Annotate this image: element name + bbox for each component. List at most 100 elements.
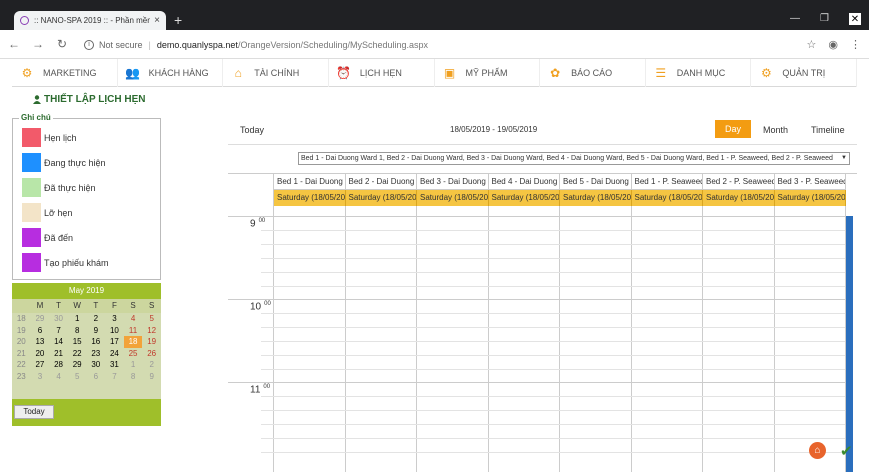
calendar-day[interactable]: 15 — [68, 336, 87, 348]
calendar-day[interactable]: 12 — [142, 325, 161, 337]
calendar-day[interactable]: 14 — [49, 336, 68, 348]
nav-item-3[interactable]: ⏰ LỊCH HẸN — [329, 59, 435, 87]
calendar-day[interactable]: 26 — [142, 348, 161, 360]
main-nav: ⚙ MARKETING 👥 KHÁCH HÀNG ⌂ TÀI CHÍNH ⏰ LỊCH HẸN… — [12, 59, 857, 87]
calendar-day[interactable]: 31 — [105, 359, 124, 371]
tab-close-icon[interactable]: × — [154, 15, 160, 26]
legend-label: Hẹn lịch — [44, 132, 77, 143]
calendar-day[interactable]: 19 — [142, 336, 161, 348]
nav-item-4[interactable]: ▣ MỸ PHẨM — [435, 59, 541, 87]
calendar-day[interactable]: 5 — [142, 313, 161, 325]
calendar-day[interactable]: 29 — [31, 313, 50, 325]
home-icon[interactable]: ⌂ — [809, 442, 826, 459]
calendar-day[interactable]: 22 — [68, 348, 87, 360]
nav-item-label: KHÁCH HÀNG — [148, 68, 209, 78]
star-icon[interactable]: ☆ — [807, 38, 817, 51]
calendar-day[interactable]: 20 — [31, 348, 50, 360]
favicon-icon — [20, 16, 29, 25]
resource-column[interactable] — [346, 206, 417, 472]
new-tab-icon[interactable]: + — [174, 13, 182, 27]
calendar-day[interactable]: 27 — [31, 359, 50, 371]
not-secure-label: Not secure — [99, 39, 143, 50]
calendar-day[interactable]: 30 — [49, 313, 68, 325]
calendar-day[interactable]: 23 — [87, 348, 106, 360]
calendar-day[interactable]: 1 — [124, 359, 143, 371]
calendar-day[interactable]: 13 — [31, 336, 50, 348]
menu-icon[interactable]: ⋮ — [850, 38, 861, 51]
resource-column[interactable] — [632, 206, 703, 472]
calendar-day[interactable]: 8 — [68, 325, 87, 337]
list-icon: ☰ — [655, 66, 667, 80]
resource-column[interactable] — [274, 206, 346, 472]
forward-icon[interactable]: → — [28, 37, 48, 51]
calendar-day[interactable]: 25 — [124, 348, 143, 360]
calendar-day[interactable]: 16 — [87, 336, 106, 348]
scheduler: Today 18/05/2019 - 19/05/2019 Day Month … — [228, 113, 857, 472]
calendar-day[interactable]: 2 — [87, 313, 106, 325]
calendar-week: 20 13 14 15 16 17 18 19 — [12, 336, 161, 348]
calendar-day[interactable]: 7 — [105, 371, 124, 383]
calendar-day[interactable]: 5 — [68, 371, 87, 383]
back-icon[interactable]: ← — [4, 37, 24, 51]
calendar-day[interactable]: 6 — [31, 325, 50, 337]
calendar-day[interactable]: 4 — [124, 313, 143, 325]
calendar-day[interactable]: 3 — [105, 313, 124, 325]
legend-swatch — [22, 228, 41, 247]
resource-column[interactable] — [417, 206, 489, 472]
resource-select[interactable]: Bed 1 - Dai Duong Ward 1, Bed 2 - Dai Du… — [298, 152, 850, 165]
minimize-icon[interactable]: — — [790, 13, 800, 25]
calendar-day[interactable]: 24 — [105, 348, 124, 360]
calendar-today-button[interactable]: Today — [14, 405, 54, 419]
nav-item-6[interactable]: ☰ DANH MỤC — [646, 59, 752, 87]
check-icon[interactable]: ✔ — [840, 442, 853, 460]
calendar-month-title[interactable]: May 2019 — [12, 283, 161, 299]
browser-tab[interactable]: :: NANO-SPA 2019 :: - Phần mềm × — [14, 11, 166, 30]
url-separator: | — [148, 39, 151, 50]
nav-item-label: QUẢN TRỊ — [782, 68, 826, 78]
calendar-week: 22 27 28 29 30 31 1 2 — [12, 359, 161, 371]
calendar-day[interactable]: 4 — [49, 371, 68, 383]
scheduler-today-button[interactable]: Today — [240, 125, 264, 135]
view-month-button[interactable]: Month — [763, 125, 788, 135]
calendar-day[interactable]: 18 — [123, 336, 143, 348]
close-window-icon[interactable]: ✕ — [849, 13, 861, 25]
calendar-day[interactable]: 21 — [49, 348, 68, 360]
legend-swatch — [22, 178, 41, 197]
nav-item-2[interactable]: ⌂ TÀI CHÍNH — [223, 59, 329, 87]
url-field[interactable]: i Not secure | demo.quanlyspa.net /Orang… — [84, 36, 814, 53]
calendar-day[interactable]: 11 — [124, 325, 143, 337]
nav-item-1[interactable]: 👥 KHÁCH HÀNG — [118, 59, 224, 87]
calendar-day[interactable]: 28 — [49, 359, 68, 371]
calendar-day[interactable]: 7 — [49, 325, 68, 337]
resource-column[interactable] — [560, 206, 632, 472]
calendar-day[interactable]: 9 — [142, 371, 161, 383]
resource-column[interactable] — [775, 206, 846, 472]
view-timeline-button[interactable]: Timeline — [811, 125, 845, 135]
resource-column[interactable] — [489, 206, 560, 472]
view-day-button[interactable]: Day — [715, 120, 751, 138]
profile-icon[interactable]: ◉ — [828, 38, 838, 51]
hour-label: 10 00 — [250, 301, 271, 312]
resource-column[interactable] — [703, 206, 775, 472]
calendar-day[interactable]: 6 — [87, 371, 106, 383]
slot-line — [261, 369, 845, 370]
info-icon[interactable]: i — [84, 39, 94, 50]
calendar-day[interactable]: 2 — [142, 359, 161, 371]
calendar-day[interactable]: 17 — [105, 336, 124, 348]
reload-icon[interactable]: ↻ — [52, 37, 72, 51]
nav-item-7[interactable]: ⚙ QUẢN TRỊ — [751, 59, 857, 87]
calendar-day[interactable]: 10 — [105, 325, 124, 337]
vertical-scrollbar[interactable] — [845, 216, 853, 472]
calendar-day[interactable]: 29 — [68, 359, 87, 371]
calendar-day[interactable]: 1 — [68, 313, 87, 325]
calendar-day[interactable]: 9 — [87, 325, 106, 337]
nav-item-0[interactable]: ⚙ MARKETING — [12, 59, 118, 87]
resource-header: Bed 2 - P. Seaweed — [703, 174, 775, 190]
calendar-day[interactable]: 3 — [31, 371, 50, 383]
browser-tab-bar: :: NANO-SPA 2019 :: - Phần mềm × + — ❐ ✕ — [0, 0, 869, 30]
calendar-day[interactable]: 30 — [87, 359, 106, 371]
calendar-day[interactable]: 8 — [124, 371, 143, 383]
report-icon: ✿ — [550, 66, 561, 80]
restore-icon[interactable]: ❐ — [820, 13, 829, 25]
nav-item-5[interactable]: ✿ BÁO CÁO — [540, 59, 646, 87]
